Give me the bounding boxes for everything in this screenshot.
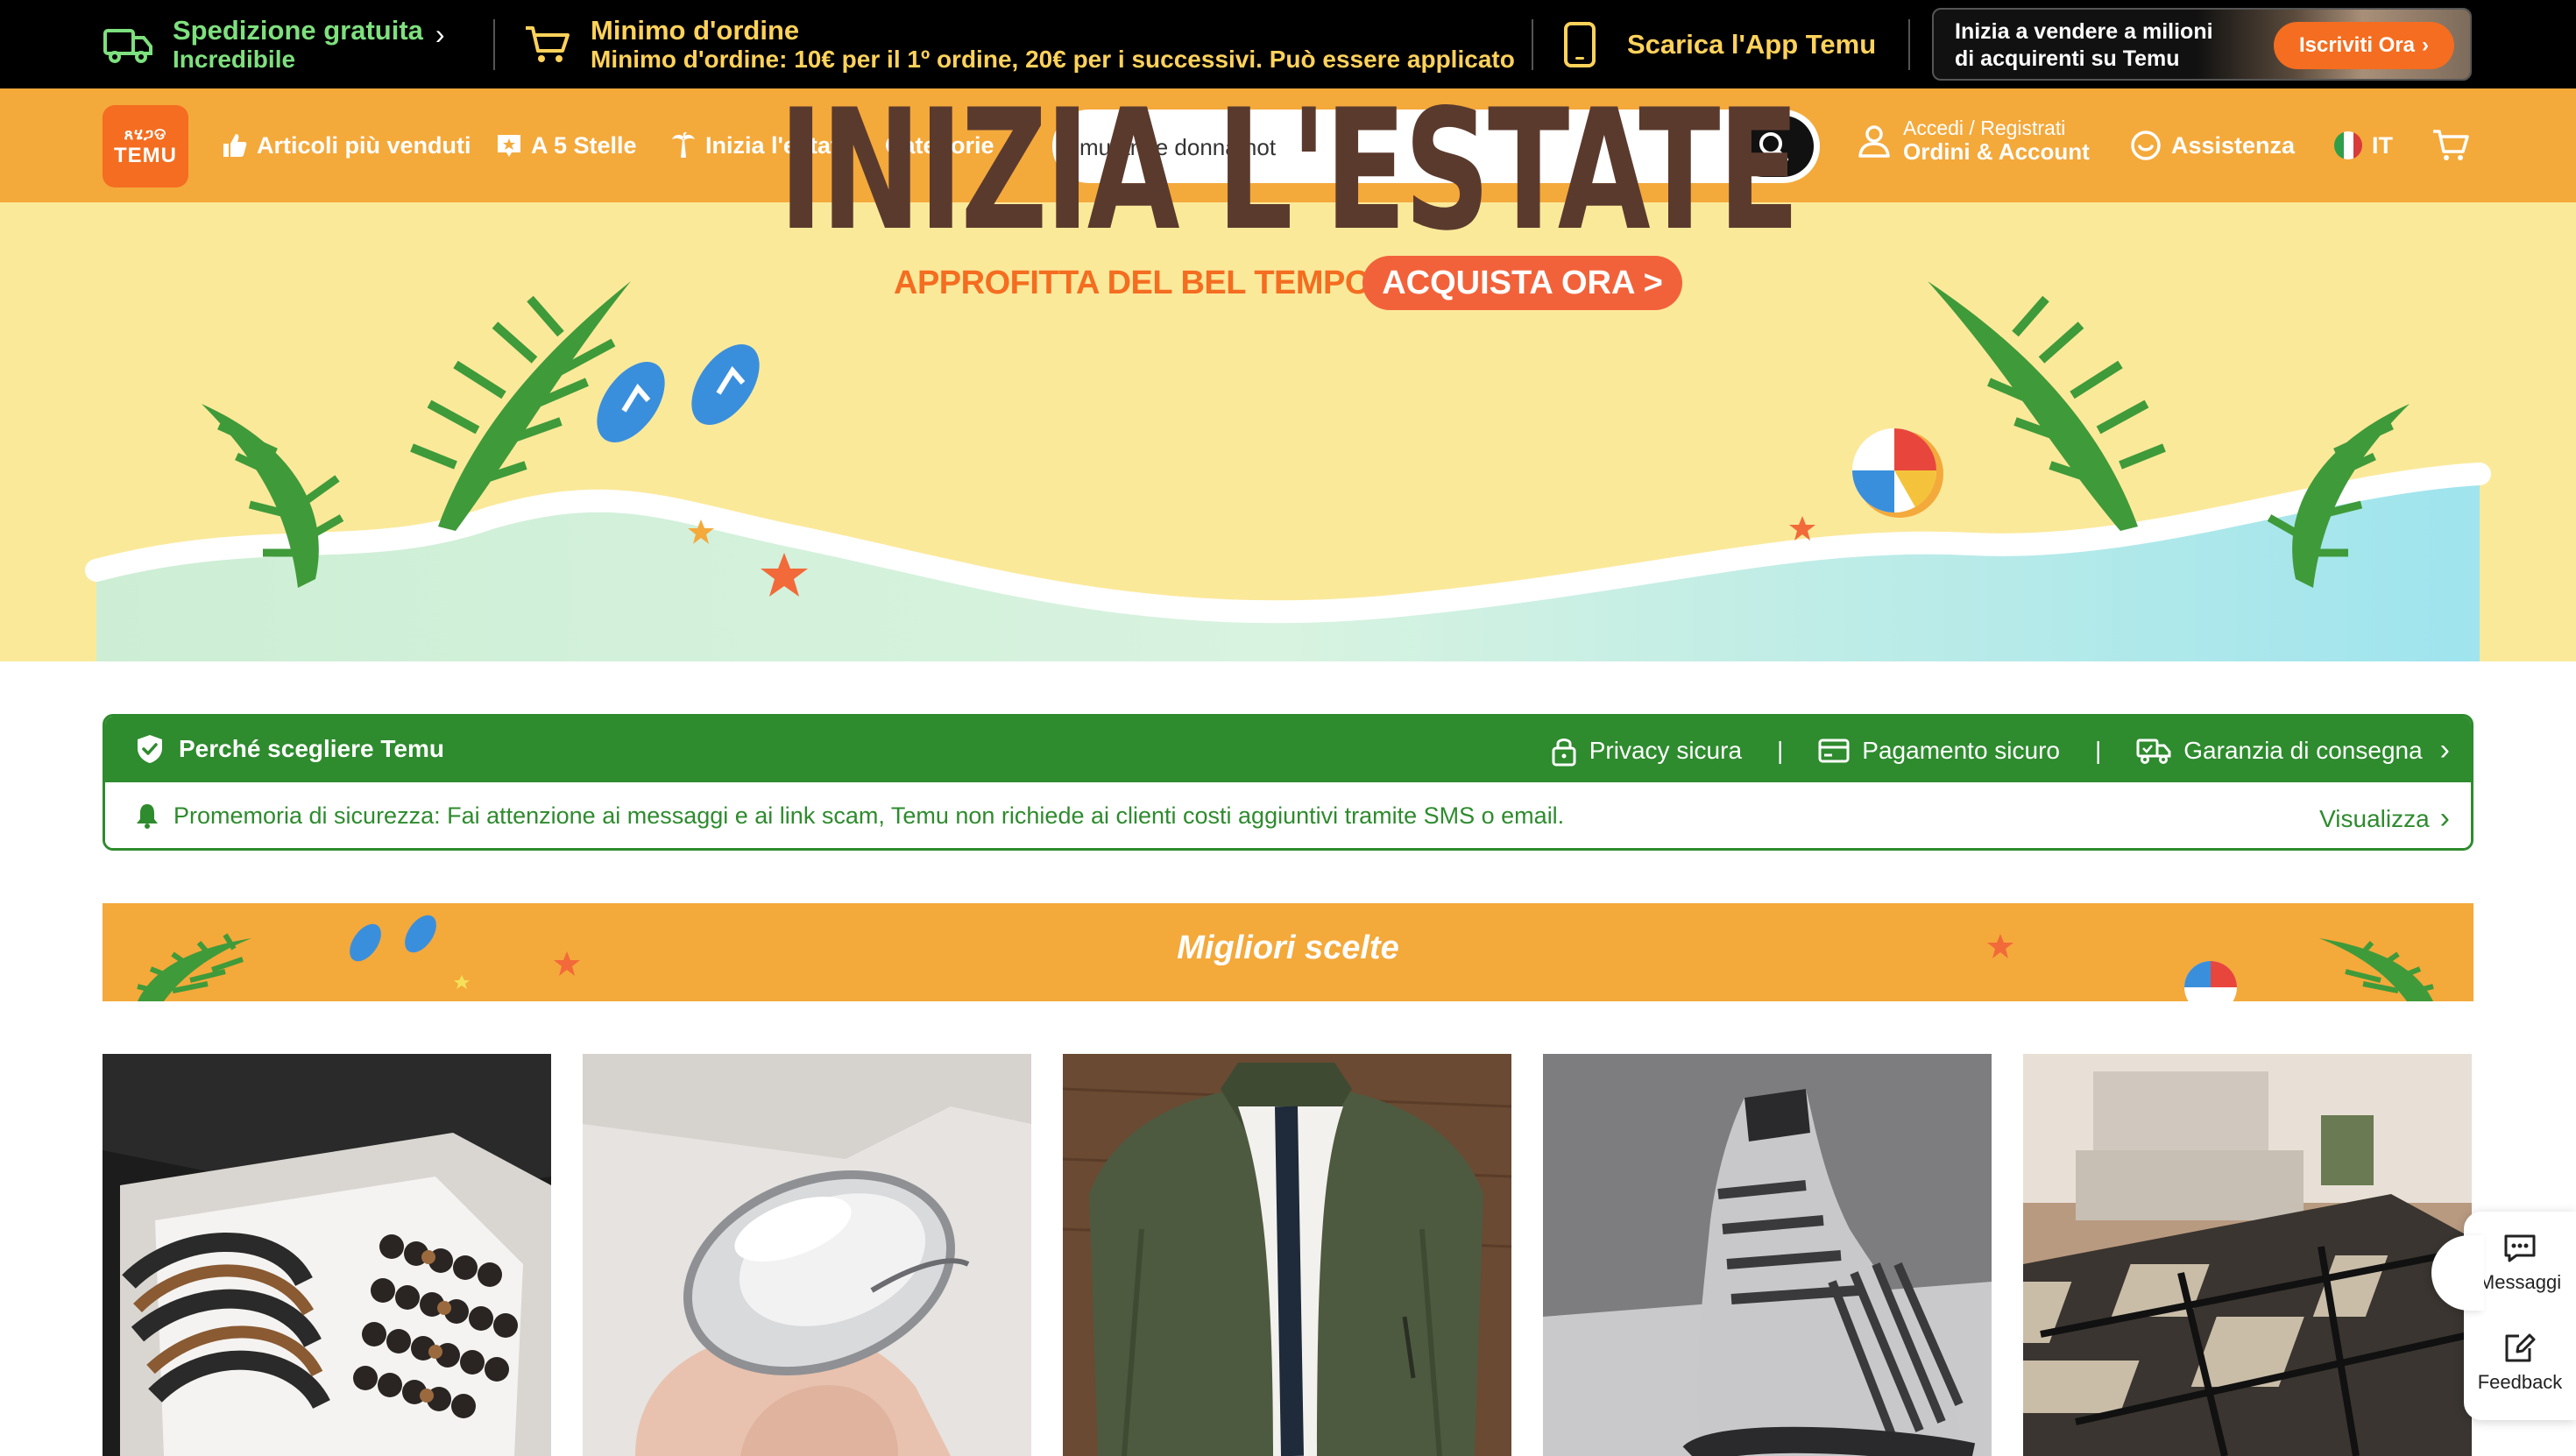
minimum-order-subtitle: Minimo d'ordine: 10€ per il 1º ordine, 2…: [591, 46, 1515, 74]
trust-header[interactable]: Perché scegliere Temu Privacy sicura | P…: [105, 717, 2471, 782]
free-shipping-title: Spedizione gratuita: [173, 14, 423, 46]
product-image: [2023, 1054, 2472, 1456]
temu-logo[interactable]: ጸሄጋଡ TEMU: [103, 105, 188, 187]
separator: |: [2094, 736, 2102, 764]
chevron-right-icon: ›: [435, 18, 445, 50]
free-shipping-subtitle: Incredibile: [173, 46, 296, 74]
cart-icon: [526, 25, 570, 62]
product-card-jacket[interactable]: [1063, 1054, 1511, 1456]
product-image: [103, 1054, 551, 1456]
top-picks-banner: Migliori scelte: [103, 903, 2473, 1001]
chevron-right-icon: ›: [2422, 33, 2430, 57]
card-icon: [1818, 739, 1850, 762]
language-selector[interactable]: IT: [2333, 125, 2393, 166]
product-image: [583, 1054, 1031, 1456]
secure-privacy-label: Privacy sicura: [1589, 736, 1743, 764]
truck-icon: [103, 28, 152, 63]
product-card-bracelets[interactable]: [103, 1054, 551, 1456]
logo-wordmark: TEMU: [114, 143, 177, 167]
secure-payment-label: Pagamento sicuro: [1862, 736, 2060, 764]
signup-button-label: Iscriviti Ora: [2298, 33, 2416, 57]
cart-button[interactable]: [2431, 125, 2470, 166]
separator: |: [1777, 736, 1784, 764]
seller-text-line-1: Inizia a vendere a milioni: [1955, 19, 2213, 44]
product-card-sneaker[interactable]: [1543, 1054, 1992, 1456]
chevron-right-icon: ›: [2439, 802, 2450, 835]
minimum-order-title: Minimo d'ordine: [591, 14, 800, 46]
security-reminder-text: Promemoria di sicurezza: Fai attenzione …: [173, 802, 1565, 829]
phone-icon: [1564, 21, 1596, 67]
logo-glyphs: ጸሄጋଡ: [124, 124, 167, 143]
lock-icon: [1552, 738, 1576, 766]
language-label: IT: [2372, 131, 2393, 159]
italy-flag-icon: [2334, 131, 2362, 159]
edit-note-icon: [2505, 1333, 2536, 1362]
seller-text: Inizia a vendere a milioni di acquirenti…: [1955, 18, 2213, 74]
view-link[interactable]: Visualizza: [2319, 805, 2430, 833]
thumbs-up-icon: [223, 134, 247, 157]
product-image: [1063, 1054, 1511, 1456]
delivery-truck-icon: [2136, 739, 2171, 764]
chevron-right-icon: ›: [2439, 733, 2450, 767]
why-temu-label: Perché scegliere Temu: [179, 735, 444, 762]
section-title: Migliori scelte: [1177, 929, 1399, 966]
product-card-rug[interactable]: [2023, 1054, 2472, 1456]
delivery-guarantee-label: Garanzia di consegna: [2183, 736, 2423, 764]
trust-panel: Perché scegliere Temu Privacy sicura | P…: [103, 714, 2473, 851]
divider: [493, 19, 495, 70]
signup-button[interactable]: Iscriviti Ora ›: [2274, 22, 2454, 69]
product-card-ring[interactable]: [583, 1054, 1031, 1456]
bell-icon: [137, 804, 158, 829]
messages-label: Messaggi: [2478, 1271, 2562, 1293]
seller-text-line-2: di acquirenti su Temu: [1955, 46, 2180, 72]
product-image: [1543, 1054, 1992, 1456]
feedback-button[interactable]: Feedback: [2464, 1331, 2576, 1394]
feedback-label: Feedback: [2477, 1371, 2563, 1393]
security-reminder[interactable]: Promemoria di sicurezza: Fai attenzione …: [105, 782, 2471, 848]
cart-icon: [2433, 130, 2469, 160]
download-app-label: Scarica l'App Temu: [1627, 28, 1877, 60]
shield-check-icon: [138, 735, 162, 763]
divider: [1908, 19, 1910, 70]
seller-signup-banner[interactable]: Inizia a vendere a milioni di acquirenti…: [1932, 8, 2472, 81]
hero-subtitle: APPROFITTA DEL BEL TEMPO: [894, 265, 1370, 301]
hero-title: INIZIA L'ESTATE: [778, 74, 1800, 267]
shop-now-button[interactable]: ACQUISTA ORA >: [1362, 256, 1682, 310]
free-shipping-promo[interactable]: Spedizione gratuita Incredibile ›: [103, 0, 445, 88]
divider: [1532, 19, 1533, 70]
chat-icon: [2504, 1234, 2536, 1262]
